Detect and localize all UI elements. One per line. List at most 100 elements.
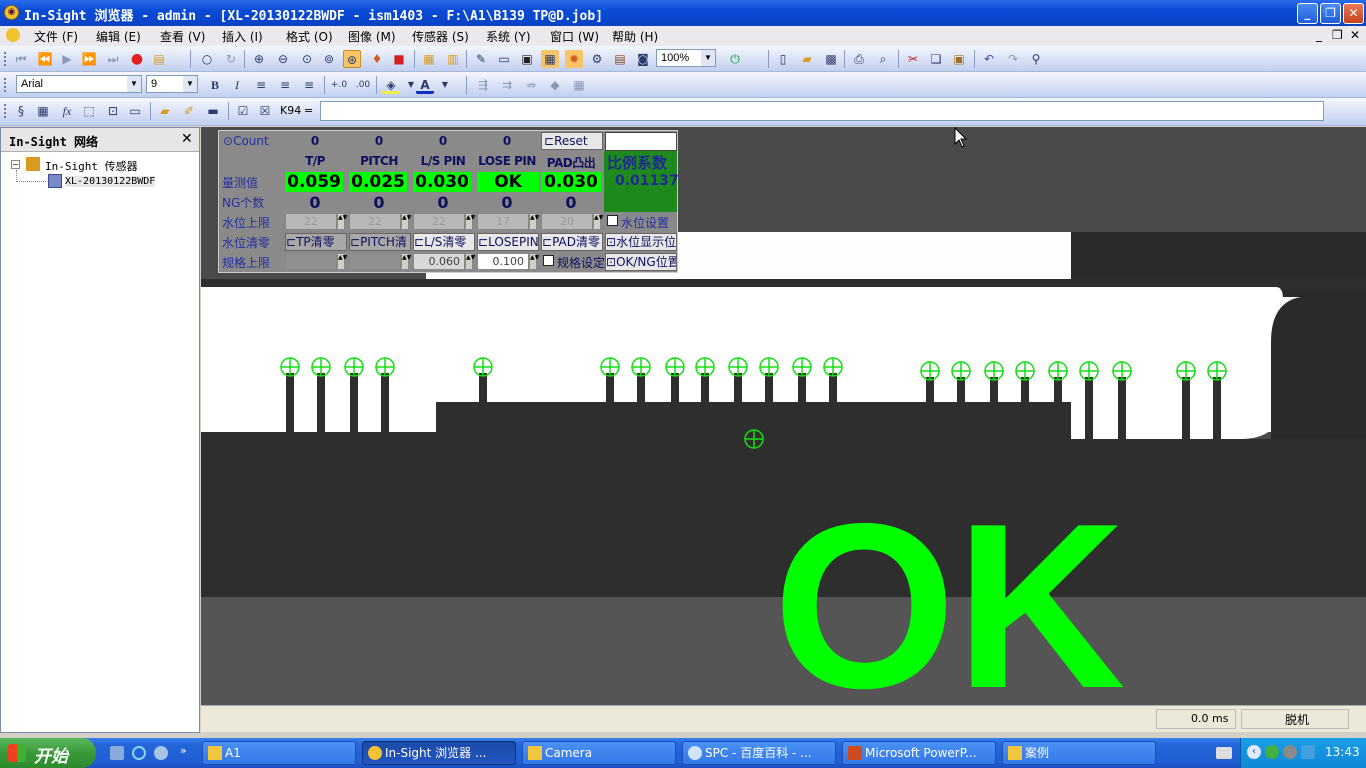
find-icon[interactable]: ⚲ [1027,50,1045,68]
table-icon[interactable]: ▭ [495,50,513,68]
task-insight[interactable]: In-Sight 浏览器 ... [362,741,516,765]
menu-sensor[interactable]: 传感器 (S) [412,28,469,45]
font-color-icon[interactable]: A [416,76,434,94]
play-icon[interactable]: ▶ [58,50,76,68]
save-icon[interactable]: ▩ [822,50,840,68]
trace-clear-icon[interactable]: ⇏ [522,76,540,94]
menu-format[interactable]: 格式 (O) [286,28,333,45]
spinner-icon[interactable]: ▲▼ [465,213,475,230]
menu-system[interactable]: 系统 (Y) [486,28,531,45]
function-insert-icon[interactable]: § [12,102,30,120]
rotate-icon[interactable]: ↻ [222,50,240,68]
menu-image[interactable]: 图像 (M) [348,28,396,45]
bold-icon[interactable]: B [206,76,224,94]
increase-decimal-icon[interactable]: +.0 [330,76,348,94]
accept-icon[interactable]: ☑ [234,102,252,120]
prev-frame-icon[interactable]: ⏪ [36,50,54,68]
spec-upper-pitch[interactable] [349,253,401,270]
align-center-icon[interactable]: ≡ [276,76,294,94]
print-icon[interactable]: ⎙ [850,50,868,68]
fx-icon[interactable]: fx [58,102,76,120]
spinner-icon[interactable]: ▲▼ [465,253,475,270]
okng-position-button[interactable]: ⊡OK/NG位置 [605,253,677,271]
spinner-icon[interactable]: ▲▼ [529,213,539,230]
spec-upper-tp[interactable] [285,253,337,270]
spec-upper-lose[interactable]: 0.100 [477,253,529,270]
spreadsheet-icon[interactable]: ▥ [444,50,462,68]
water-upper-lose[interactable]: 17 [477,213,529,230]
note-icon[interactable]: ✐ [180,102,198,120]
folder-icon[interactable]: ▰ [156,102,174,120]
task-spc[interactable]: SPC - 百度百科 - ... [682,741,836,765]
font-size-select[interactable]: 9 ▼ [146,75,198,93]
online-icon[interactable]: ⏻ [726,50,744,68]
tag-icon[interactable]: ▬ [204,102,222,120]
tp-clear-button[interactable]: ⊏TP清零 [285,233,347,251]
font-name-select[interactable]: Arial ▼ [16,75,142,93]
task-camera[interactable]: Camera [522,741,676,765]
reset-button[interactable]: ⊏Reset [541,132,603,150]
undo-icon[interactable]: ↶ [980,50,998,68]
zoom-in-icon[interactable]: ⊕ [250,50,268,68]
zoom-active-icon[interactable]: ⊛ [343,50,361,68]
graphics-icon[interactable]: ♦ [368,50,386,68]
minimize-button[interactable]: _ [1297,3,1318,24]
mdi-restore-icon[interactable]: ❐ [1332,28,1343,42]
close-icon[interactable]: ✕ [181,131,193,147]
security-tray-icon[interactable] [1301,745,1315,759]
task-a1[interactable]: A1 [202,741,356,765]
paste-icon[interactable]: ▣ [950,50,968,68]
ls-clear-button[interactable]: ⊏L/S清零 [413,233,475,251]
water-setting-checkbox[interactable] [607,215,618,226]
water-upper-tp[interactable]: 22 [285,213,337,230]
menu-view[interactable]: 查看 (V) [160,28,205,45]
dependency-icon[interactable]: ⇶ [474,76,492,94]
image-icon[interactable]: ■ [390,50,408,68]
open-icon[interactable]: ▰ [798,50,816,68]
calibrate-icon[interactable]: ⚙ [588,50,606,68]
water-display-button[interactable]: ⊡水位显示位 [605,233,677,251]
mdi-close-icon[interactable]: ✕ [1350,28,1360,42]
task-powerpoint[interactable]: Microsoft PowerP... [842,741,996,765]
align-right-icon[interactable]: ≡ [300,76,318,94]
zoom-fill-icon[interactable]: ⊚ [320,50,338,68]
spinner-icon[interactable]: ▲▼ [529,253,539,270]
start-button[interactable]: 开始 [0,738,96,768]
first-frame-icon[interactable]: ⏮ [12,50,30,68]
tree-root[interactable]: In-Sight 传感器 [45,158,138,174]
snippet-icon[interactable]: ▭ [126,102,144,120]
open-image-icon[interactable]: ▤ [150,50,168,68]
menu-insert[interactable]: 插入 (I) [222,28,263,45]
pitch-clear-button[interactable]: ⊏PITCH清 [349,233,411,251]
formula-input[interactable] [320,101,1324,121]
keyboard-icon[interactable] [1216,747,1232,759]
new-icon[interactable]: ▯ [774,50,792,68]
spec-setting-checkbox[interactable] [543,255,554,266]
zoom-select[interactable]: 100% ▼ [656,49,716,67]
camera-icon[interactable]: ◙ [634,50,652,68]
mdi-minimize-icon[interactable]: _ [1316,28,1322,42]
menu-edit[interactable]: 编辑 (E) [96,28,141,45]
fill-color-icon[interactable]: ◈ [382,76,400,94]
menu-window[interactable]: 窗口 (W) [550,28,599,45]
grid-icon[interactable]: ▦ [420,50,438,68]
diamond-icon[interactable]: ◆ [546,76,564,94]
water-upper-pad[interactable]: 20 [541,213,593,230]
chevron-down-icon[interactable]: ▼ [436,76,454,94]
trace-icon[interactable]: ⇉ [498,76,516,94]
tree-child[interactable]: XL-20130122BWDF [65,176,156,187]
cancel-icon[interactable]: ☒ [256,102,274,120]
spinner-icon[interactable]: ▲▼ [593,213,603,230]
quicklaunch-icon[interactable] [110,746,124,760]
align-left-icon[interactable]: ≡ [252,76,270,94]
region-icon[interactable]: ⊡ [104,102,122,120]
redo-icon[interactable]: ↷ [1004,50,1022,68]
last-frame-icon[interactable]: ⏭ [104,50,122,68]
spinner-icon[interactable]: ▲▼ [337,253,347,270]
italic-icon[interactable]: I [228,76,246,94]
media-icon[interactable] [154,746,168,760]
grid-small-icon[interactable]: ▦ [570,76,588,94]
task-cases[interactable]: 案例 [1002,741,1156,765]
print-preview-icon[interactable]: ⌕ [874,50,892,68]
doc-icon[interactable] [6,28,20,42]
